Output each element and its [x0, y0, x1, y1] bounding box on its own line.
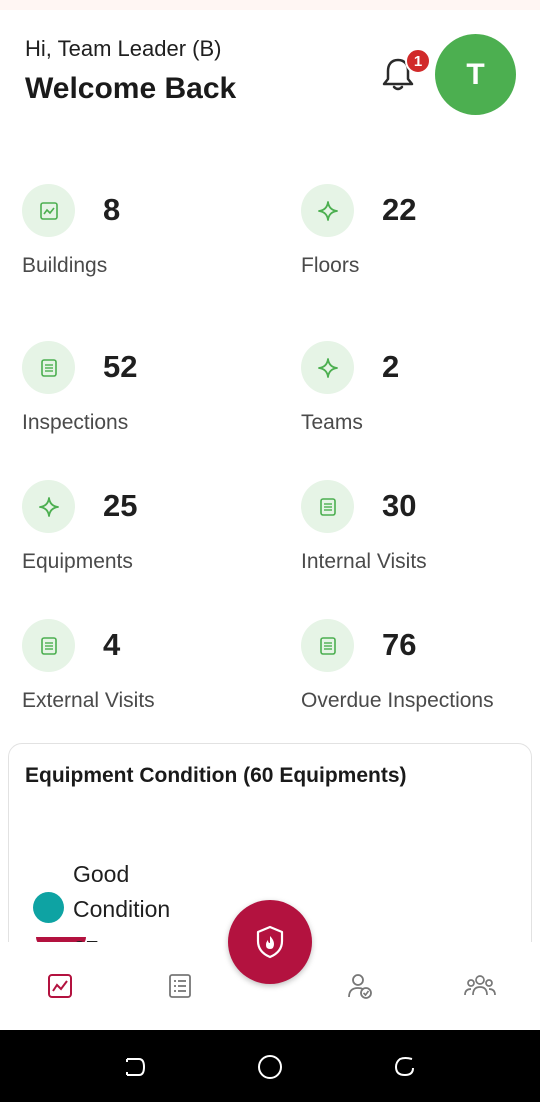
card-title: Equipment Condition (60 Equipments): [25, 764, 407, 787]
stat-value: 2: [382, 349, 400, 384]
nav-dashboard-icon[interactable]: [38, 964, 82, 1008]
stat-label: Overdue Inspections: [301, 689, 494, 712]
chart-icon: [22, 184, 75, 237]
fire-shield-button[interactable]: [228, 900, 312, 984]
stat-floors[interactable]: 22 Floors: [301, 184, 540, 294]
fire-shield-icon: [256, 925, 284, 959]
stat-value: 30: [382, 488, 417, 523]
stat-value: 22: [382, 192, 417, 227]
stat-internal-visits[interactable]: 30 Internal Visits: [301, 480, 540, 590]
nav-user-check-icon[interactable]: [338, 964, 382, 1008]
nav-checklist-icon[interactable]: [158, 964, 202, 1008]
stat-value: 4: [103, 627, 121, 662]
stat-overdue-inspections[interactable]: 76 Overdue Inspections: [301, 619, 536, 729]
stat-inspections[interactable]: 52 Inspections: [22, 341, 272, 451]
stat-label: Buildings: [22, 254, 108, 277]
checklist-icon: [301, 480, 354, 533]
checklist-icon: [301, 619, 354, 672]
stat-value: 25: [103, 488, 138, 523]
sparkle-icon: [301, 184, 354, 237]
notification-badge: 1: [405, 48, 431, 74]
stat-label: Inspections: [22, 411, 129, 434]
stat-value: 76: [382, 627, 417, 662]
home-icon[interactable]: [255, 1052, 285, 1082]
stat-label: Teams: [301, 411, 363, 434]
sparkle-icon: [22, 480, 75, 533]
system-nav-bar: [0, 1030, 540, 1102]
stat-value: 52: [103, 349, 138, 384]
welcome-title: Welcome Back: [25, 72, 237, 105]
recents-icon[interactable]: [390, 1052, 420, 1082]
stat-label: External Visits: [22, 689, 155, 712]
avatar[interactable]: T: [435, 34, 516, 115]
checklist-icon: [22, 341, 75, 394]
stat-label: Internal Visits: [301, 550, 427, 573]
stat-label: Floors: [301, 254, 360, 277]
back-icon[interactable]: [120, 1052, 150, 1082]
legend-label-good: Good Condition: [73, 861, 171, 922]
nav-team-icon[interactable]: [458, 964, 502, 1008]
stat-teams[interactable]: 2 Teams: [301, 341, 540, 451]
stat-equipments[interactable]: 25 Equipments: [22, 480, 272, 590]
checklist-icon: [22, 619, 75, 672]
stat-buildings[interactable]: 8 Buildings: [22, 184, 272, 294]
legend-swatch-good: [33, 892, 64, 923]
stat-label: Equipments: [22, 550, 133, 573]
status-bar: [0, 0, 540, 10]
stat-external-visits[interactable]: 4 External Visits: [22, 619, 272, 729]
sparkle-icon: [301, 341, 354, 394]
greeting-text: Hi, Team Leader (B): [25, 36, 222, 61]
stat-value: 8: [103, 192, 121, 227]
